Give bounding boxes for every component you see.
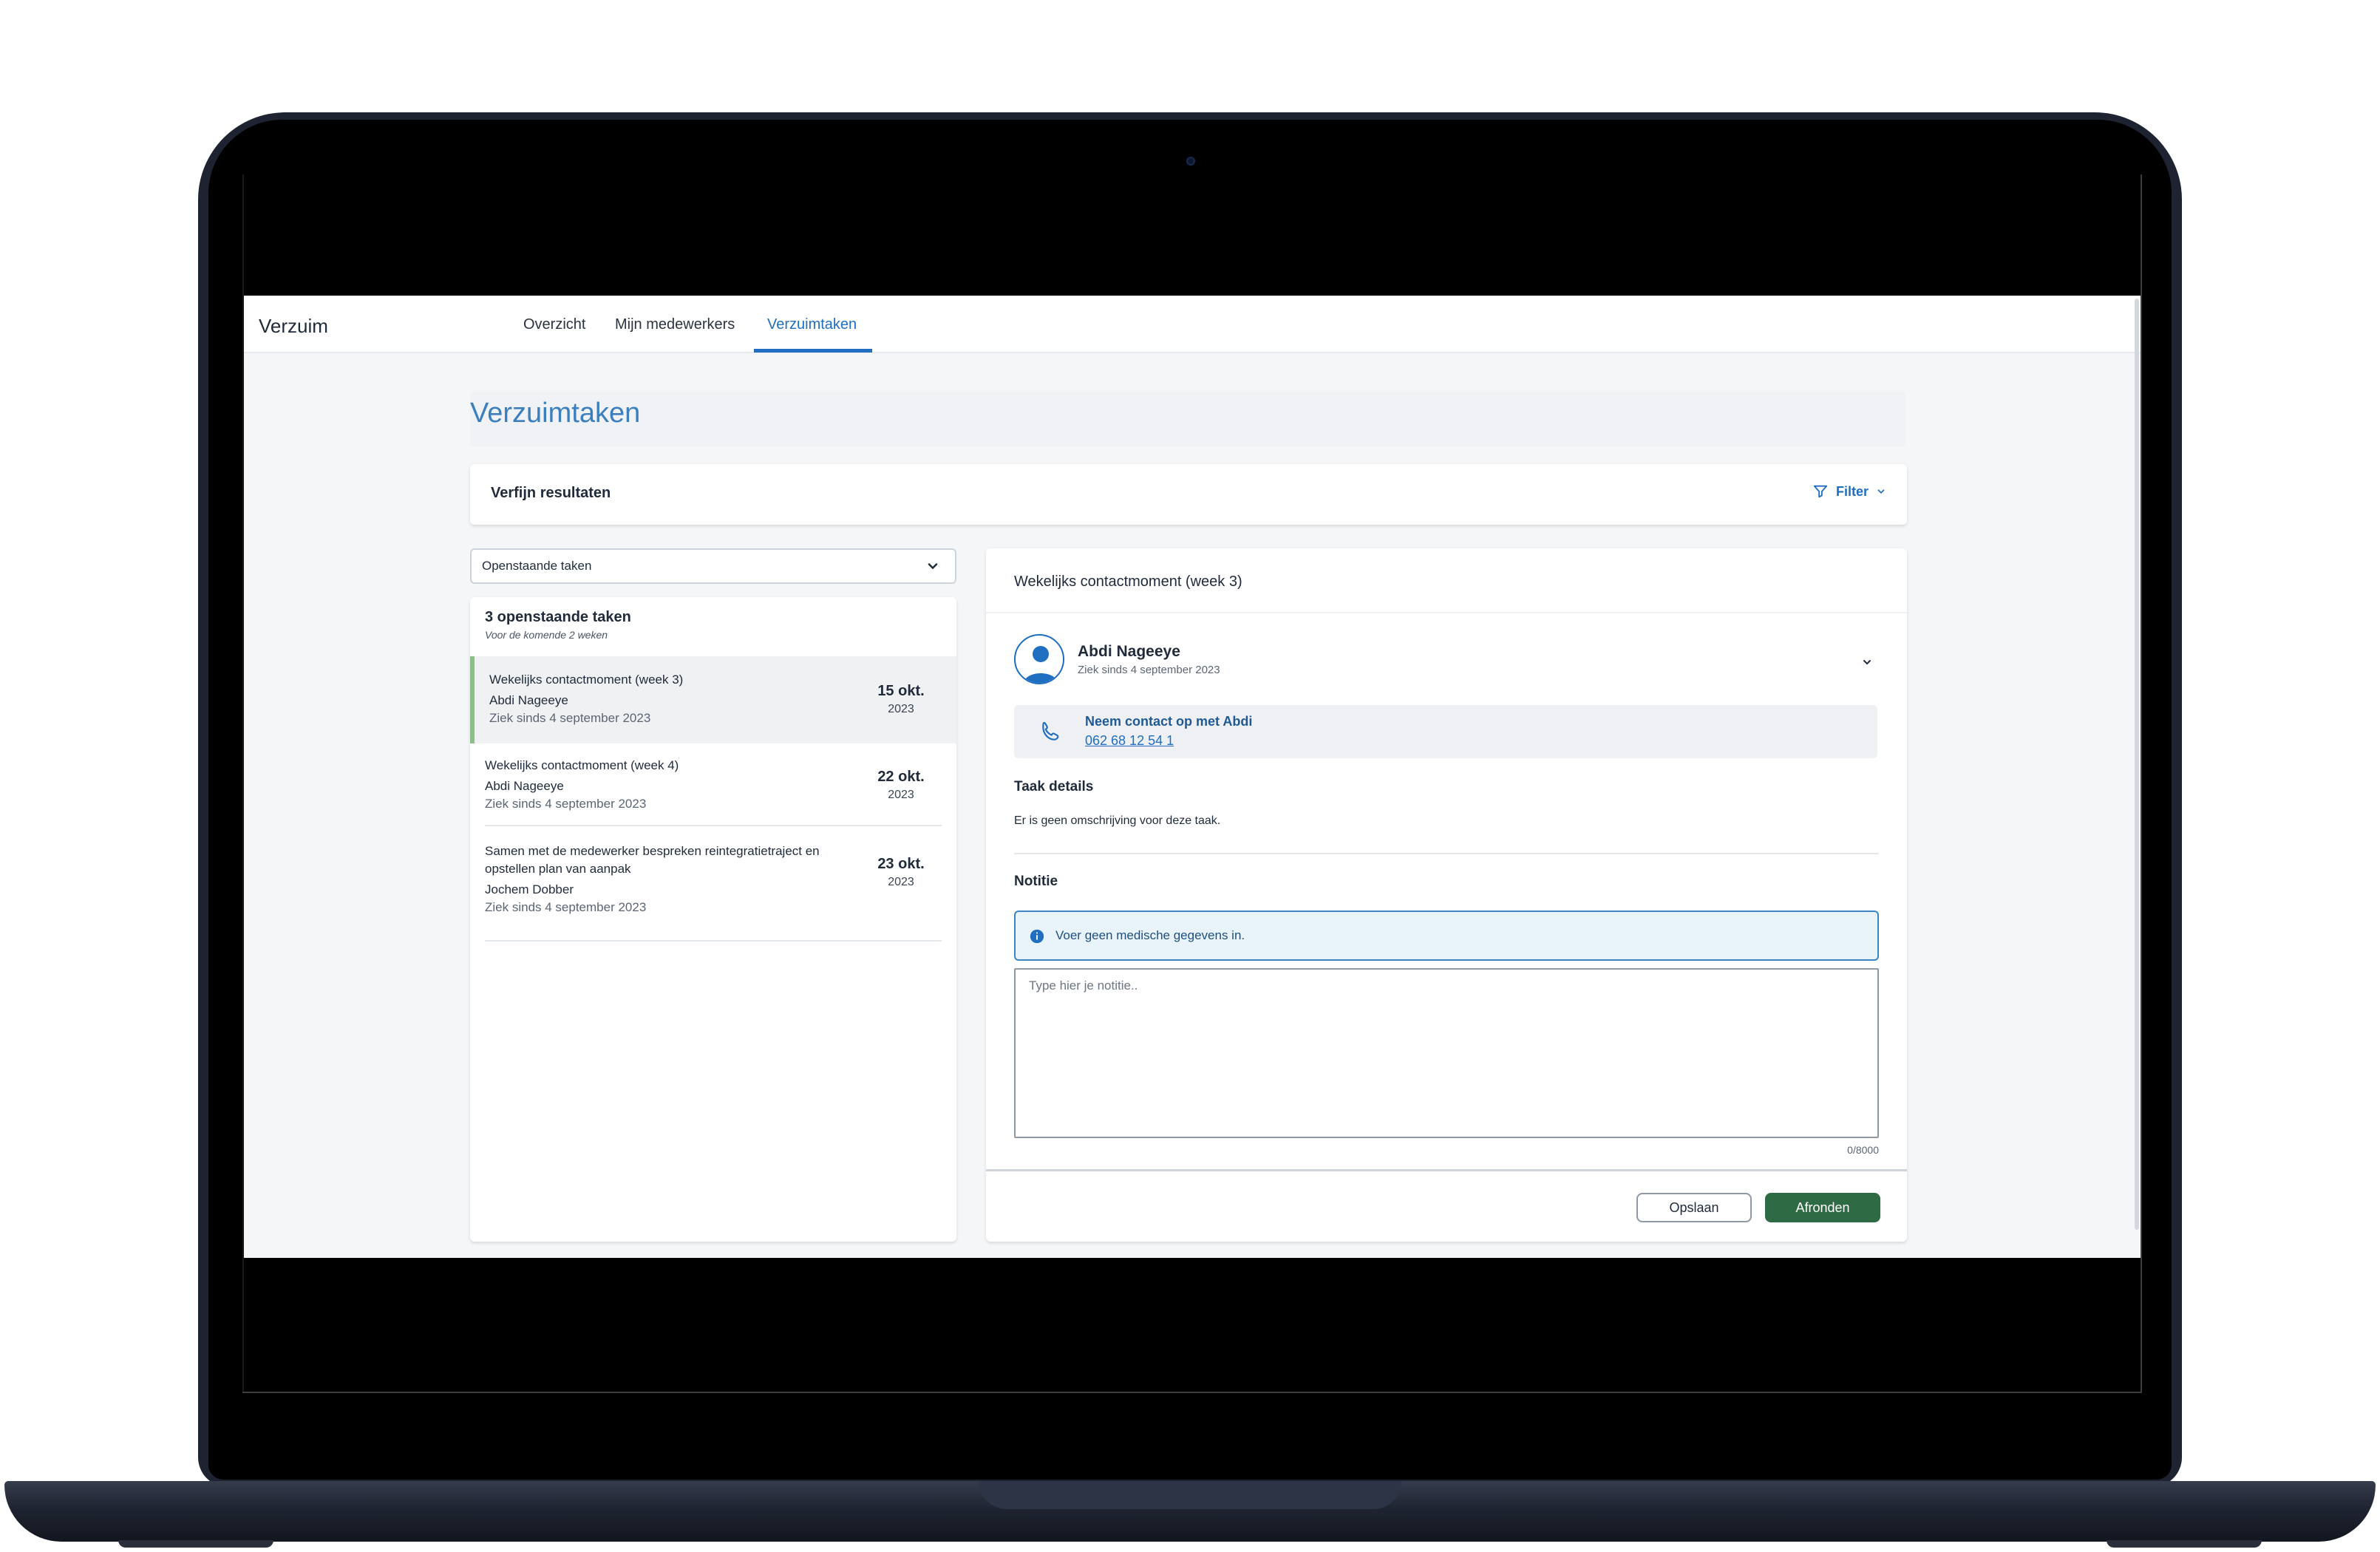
task-due-day: 15 okt. — [877, 683, 925, 699]
laptop-foot — [118, 1540, 273, 1548]
task-title: Samen met de medewerker bespreken reinte… — [485, 844, 820, 876]
task-employee: Abdi Nageeye — [485, 779, 564, 793]
task-due-year: 2023 — [888, 703, 914, 715]
divider — [1014, 853, 1879, 854]
avatar — [1014, 634, 1064, 684]
filter-icon — [1813, 485, 1828, 498]
task-list-item[interactable]: Wekelijks contactmoment (week 3) Abdi Na… — [470, 656, 956, 743]
page-title-band — [470, 392, 1905, 446]
filter-bar: Verfijn resultaten Filter — [470, 464, 1907, 525]
task-details-heading: Taak details — [1014, 779, 1094, 794]
employee-name: Abdi Nageeye — [1078, 643, 1180, 660]
task-due-day: 22 okt. — [877, 769, 925, 785]
tab-mijn-medewerkers[interactable]: Mijn medewerkers — [615, 316, 735, 333]
chevron-down-icon[interactable] — [1861, 656, 1873, 668]
info-alert: Voer geen medische gegevens in. — [1014, 911, 1879, 961]
task-list: 3 openstaande taken Voor de komende 2 we… — [470, 597, 956, 1242]
contact-label: Neem contact op met Abdi — [1085, 714, 1253, 729]
top-navigation: Verzuim Overzicht Mijn medewerkers Verzu… — [244, 296, 2141, 353]
task-status-select-value: Openstaande taken — [482, 559, 592, 573]
camera-icon — [1186, 157, 1195, 166]
contact-box: Neem contact op met Abdi 062 68 12 54 1 — [1014, 705, 1877, 758]
filter-button[interactable]: Filter — [1812, 483, 1886, 500]
save-button[interactable]: Opslaan — [1636, 1193, 1752, 1222]
task-due-year: 2023 — [888, 789, 914, 801]
active-tab-indicator — [754, 349, 872, 353]
app-screen: Verzuim Overzicht Mijn medewerkers Verzu… — [244, 296, 2141, 1258]
note-heading: Notitie — [1014, 874, 1058, 889]
task-employee: Jochem Dobber — [485, 882, 574, 896]
filter-bar-label: Verfijn resultaten — [491, 485, 611, 501]
note-textarea[interactable] — [1014, 968, 1879, 1138]
tab-verzuimtaken[interactable]: Verzuimtaken — [767, 316, 857, 333]
divider — [986, 1169, 1907, 1171]
task-list-item[interactable]: Wekelijks contactmoment (week 4) Abdi Na… — [470, 743, 956, 826]
screen-edge — [242, 1392, 2142, 1393]
divider — [986, 612, 1907, 613]
task-detail-title: Wekelijks contactmoment (week 3) — [1014, 574, 1242, 590]
task-due-date: 15 okt. 2023 — [868, 683, 934, 716]
finish-button[interactable]: Afronden — [1765, 1193, 1880, 1222]
task-count-subtitle: Voor de komende 2 weken — [485, 629, 608, 641]
character-counter: 0/8000 — [1847, 1144, 1879, 1156]
task-detail-panel: Wekelijks contactmoment (week 3) Abdi Na… — [986, 548, 1907, 1242]
task-list-header: 3 openstaande taken Voor de komende 2 we… — [485, 609, 631, 641]
task-due-day: 23 okt. — [877, 856, 925, 872]
task-sick-since: Ziek sinds 4 september 2023 — [485, 900, 647, 914]
info-icon — [1030, 929, 1044, 944]
info-alert-text: Voer geen medische gegevens in. — [1055, 928, 1245, 942]
phone-icon — [1042, 721, 1059, 741]
laptop-foot — [2107, 1540, 2262, 1548]
task-title: Wekelijks contactmoment (week 3) — [489, 673, 684, 687]
divider — [485, 940, 942, 942]
laptop-base-lip — [979, 1481, 1401, 1509]
task-status-select[interactable]: Openstaande taken — [470, 548, 956, 584]
task-count: 3 openstaande taken — [485, 609, 631, 625]
chevron-down-icon — [1877, 489, 1885, 494]
app-title: Verzuim — [259, 315, 328, 337]
scrollbar[interactable] — [2135, 299, 2139, 1230]
page-title: Verzuimtaken — [470, 398, 641, 429]
task-sick-since: Ziek sinds 4 september 2023 — [485, 797, 647, 811]
task-title: Wekelijks contactmoment (week 4) — [485, 758, 679, 772]
phone-link[interactable]: 062 68 12 54 1 — [1085, 733, 1174, 749]
employee-sick-since: Ziek sinds 4 september 2023 — [1078, 664, 1220, 676]
chevron-down-icon — [928, 563, 938, 570]
tab-overzicht[interactable]: Overzicht — [523, 316, 585, 333]
task-list-item[interactable]: Samen met de medewerker bespreken reinte… — [470, 826, 956, 942]
task-details-text: Er is geen omschrijving voor deze taak. — [1014, 814, 1221, 827]
task-due-date: 22 okt. 2023 — [868, 769, 934, 802]
user-icon — [1023, 646, 1058, 683]
task-sick-since: Ziek sinds 4 september 2023 — [489, 711, 651, 725]
task-due-year: 2023 — [888, 876, 914, 888]
task-employee: Abdi Nageeye — [489, 693, 568, 707]
screen-edge — [2141, 174, 2142, 1392]
task-due-date: 23 okt. 2023 — [868, 856, 934, 889]
filter-button-label: Filter — [1835, 483, 1869, 499]
